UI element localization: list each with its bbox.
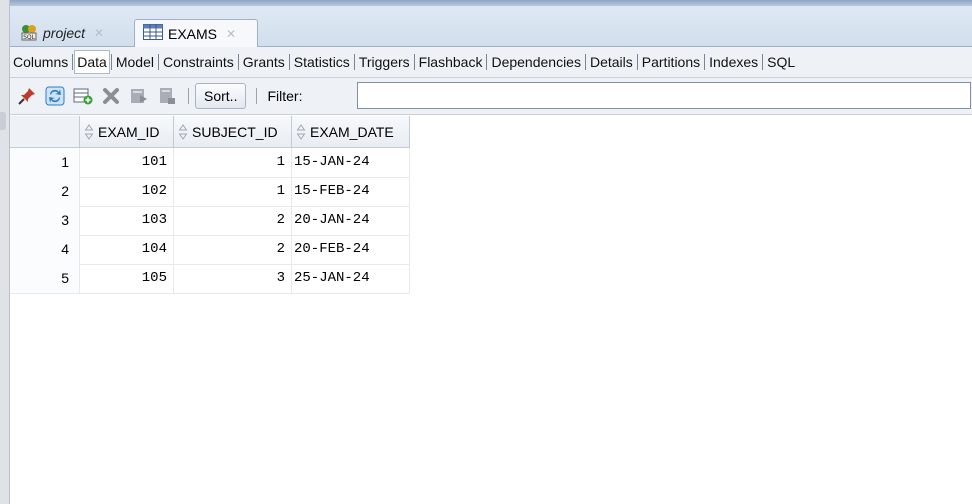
data-toolbar: Sort.. Filter:	[10, 78, 972, 115]
sort-button[interactable]: Sort..	[195, 83, 247, 109]
divider	[288, 54, 290, 70]
close-icon[interactable]: ✕	[94, 26, 104, 40]
subtab-model[interactable]: Model	[113, 51, 157, 73]
table-row[interactable]: 4 104 2 20-FEB-24	[10, 235, 410, 265]
sort-arrows-icon	[296, 123, 306, 140]
cell-exam-id[interactable]: 105	[80, 264, 174, 293]
subtab-sql[interactable]: SQL	[764, 51, 798, 73]
cell-exam-date[interactable]: 20-FEB-24	[292, 235, 410, 264]
tab-exams[interactable]: EXAMS ✕	[134, 19, 258, 47]
tab-project[interactable]: SQL project ✕	[12, 20, 130, 46]
cell-subject-id[interactable]: 3	[174, 264, 292, 293]
column-header-label: EXAM_DATE	[310, 123, 394, 140]
cell-exam-id[interactable]: 102	[80, 177, 174, 206]
table-row[interactable]: 2 102 1 15-FEB-24	[10, 177, 410, 207]
row-number-header	[10, 116, 80, 148]
cell-subject-id[interactable]: 2	[174, 206, 292, 235]
close-icon[interactable]: ✕	[226, 27, 236, 41]
cell-exam-date[interactable]: 25-JAN-24	[292, 264, 410, 293]
divider	[636, 54, 638, 70]
divider	[704, 54, 706, 70]
divider	[584, 54, 586, 70]
filter-input[interactable]	[357, 82, 971, 109]
subtab-constraints[interactable]: Constraints	[160, 51, 237, 73]
column-header-label: EXAM_ID	[98, 123, 160, 140]
divider	[762, 54, 764, 70]
subtab-dependencies[interactable]: Dependencies	[488, 51, 584, 73]
divider	[237, 54, 239, 70]
cell-exam-date[interactable]: 20-JAN-24	[292, 206, 410, 235]
sql-worksheet-icon: SQL	[20, 23, 38, 44]
divider	[353, 54, 355, 70]
row-number: 5	[10, 264, 80, 293]
divider	[413, 54, 415, 70]
svg-text:SQL: SQL	[23, 34, 36, 41]
cell-subject-id[interactable]: 1	[174, 177, 292, 206]
sort-arrows-icon	[84, 123, 94, 140]
refresh-icon[interactable]	[44, 85, 66, 107]
table-icon	[143, 24, 163, 43]
divider	[72, 54, 74, 70]
filter-label: Filter:	[267, 88, 303, 104]
delete-row-icon[interactable]	[100, 85, 122, 107]
row-number: 3	[10, 206, 80, 235]
subtab-flashback[interactable]: Flashback	[416, 51, 486, 73]
sort-arrows-icon	[178, 123, 188, 140]
row-number: 4	[10, 235, 80, 264]
subtab-details[interactable]: Details	[587, 51, 636, 73]
cell-subject-id[interactable]: 1	[174, 148, 292, 177]
row-number: 1	[10, 148, 80, 177]
cell-subject-id[interactable]: 2	[174, 235, 292, 264]
left-dock-strip	[0, 0, 10, 504]
subtab-columns[interactable]: Columns	[10, 51, 71, 73]
divider	[188, 88, 189, 104]
divider	[486, 54, 488, 70]
dock-handle[interactable]	[0, 112, 6, 130]
subtab-grants[interactable]: Grants	[240, 51, 288, 73]
subtab-statistics[interactable]: Statistics	[291, 51, 353, 73]
column-header-label: SUBJECT_ID	[192, 123, 278, 140]
row-number: 2	[10, 177, 80, 206]
cell-exam-id[interactable]: 104	[80, 235, 174, 264]
subtab-partitions[interactable]: Partitions	[639, 51, 703, 73]
tab-label: EXAMS	[168, 25, 218, 42]
object-subtab-bar: Columns Data Model Constraints Grants St…	[10, 47, 972, 78]
column-header-subject-id[interactable]: SUBJECT_ID	[174, 116, 292, 148]
cell-exam-id[interactable]: 101	[80, 148, 174, 177]
divider	[110, 54, 112, 70]
table-row[interactable]: 5 105 3 25-JAN-24	[10, 264, 410, 294]
commit-icon[interactable]	[128, 85, 150, 107]
divider	[256, 88, 258, 104]
subtab-data[interactable]: Data	[74, 50, 110, 74]
divider	[157, 54, 159, 70]
cell-exam-id[interactable]: 103	[80, 206, 174, 235]
table-row[interactable]: 1 101 1 15-JAN-24	[10, 148, 410, 178]
cell-exam-date[interactable]: 15-JAN-24	[292, 148, 410, 177]
subtab-triggers[interactable]: Triggers	[356, 51, 413, 73]
rollback-icon[interactable]	[156, 85, 178, 107]
column-header-exam-date[interactable]: EXAM_DATE	[292, 116, 410, 148]
table-row[interactable]: 3 103 2 20-JAN-24	[10, 206, 410, 236]
editor-tab-bar: SQL project ✕ EXAMS ✕	[10, 6, 972, 47]
insert-row-icon[interactable]	[72, 85, 94, 107]
tab-label: project	[43, 25, 86, 41]
pin-icon[interactable]	[16, 85, 38, 107]
data-grid: EXAM_ID SUBJECT_ID EXAM_DATE 1 101 1 15-…	[10, 116, 972, 504]
cell-exam-date[interactable]: 15-FEB-24	[292, 177, 410, 206]
subtab-indexes[interactable]: Indexes	[706, 51, 761, 73]
column-header-exam-id[interactable]: EXAM_ID	[80, 116, 174, 148]
